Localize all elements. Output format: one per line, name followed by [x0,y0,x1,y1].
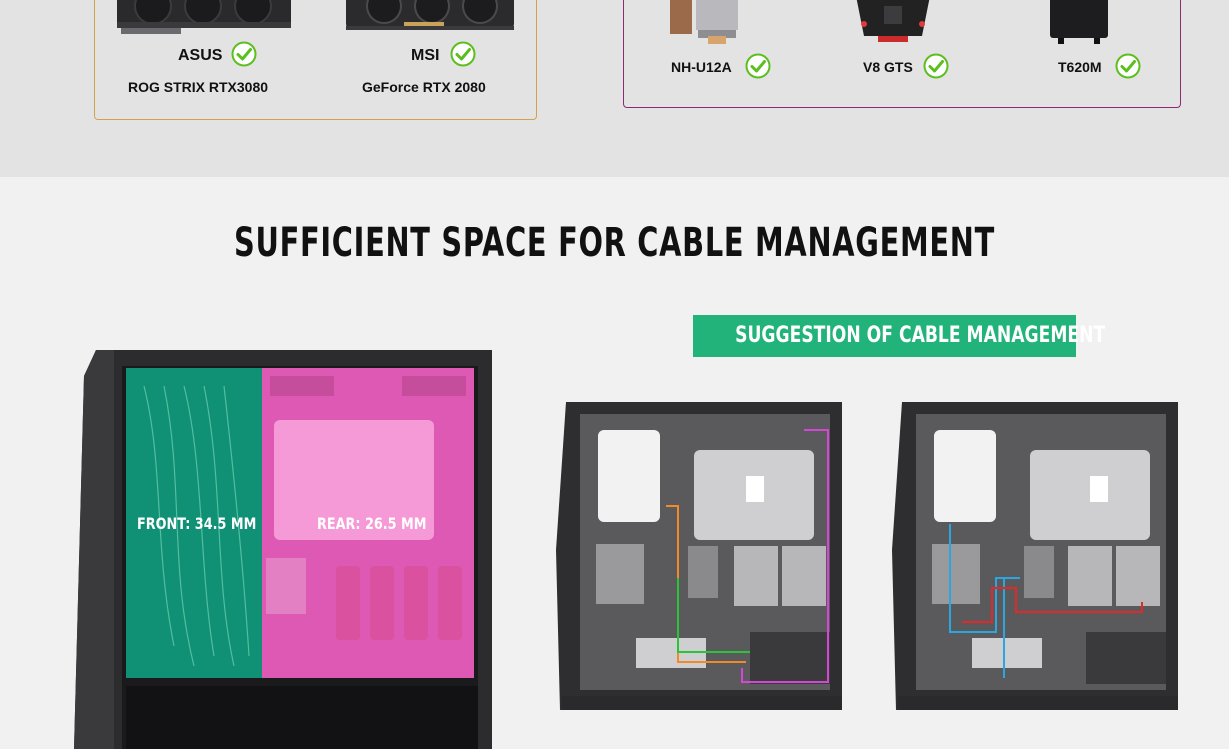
check-icon [1115,53,1141,79]
front-clearance-label: FRONT: 34.5 MM [137,514,257,533]
rear-clearance-label: REAR: 26.5 MM [317,514,427,533]
check-icon [745,53,771,79]
check-icon [450,41,476,67]
gpu-brand-msi: MSI [411,47,440,64]
check-icon [923,53,949,79]
gpu-brand-asus: ASUS [178,47,223,64]
case-cable-routing-example-2 [892,402,1178,710]
cooler-image-t620m [1050,0,1108,44]
section-title: SUFFICIENT SPACE FOR CABLE MANAGEMENT [234,220,995,266]
case-cable-routing-example-1 [556,402,842,710]
gpu-card-image-msi [346,0,514,30]
cooler-image-v8-gts [856,0,930,42]
suggestion-banner: SUGGESTION OF CABLE MANAGEMENT [693,315,1106,357]
gpu-model-msi: GeForce RTX 2080 [362,79,486,95]
cooler-model-t620m: T620M [1058,59,1102,75]
cooler-image-nh-u12a [670,0,738,44]
gpu-model-asus: ROG STRIX RTX3080 [128,79,269,95]
case-rear-view-image [74,350,492,749]
check-icon [231,41,257,67]
gpu-card-image-asus [117,0,291,34]
cooler-model-nh-u12a: NH-U12A [671,59,732,75]
cooler-model-v8-gts: V8 GTS [863,59,913,75]
suggestion-label: SUGGESTION OF CABLE MANAGEMENT [735,323,1106,348]
